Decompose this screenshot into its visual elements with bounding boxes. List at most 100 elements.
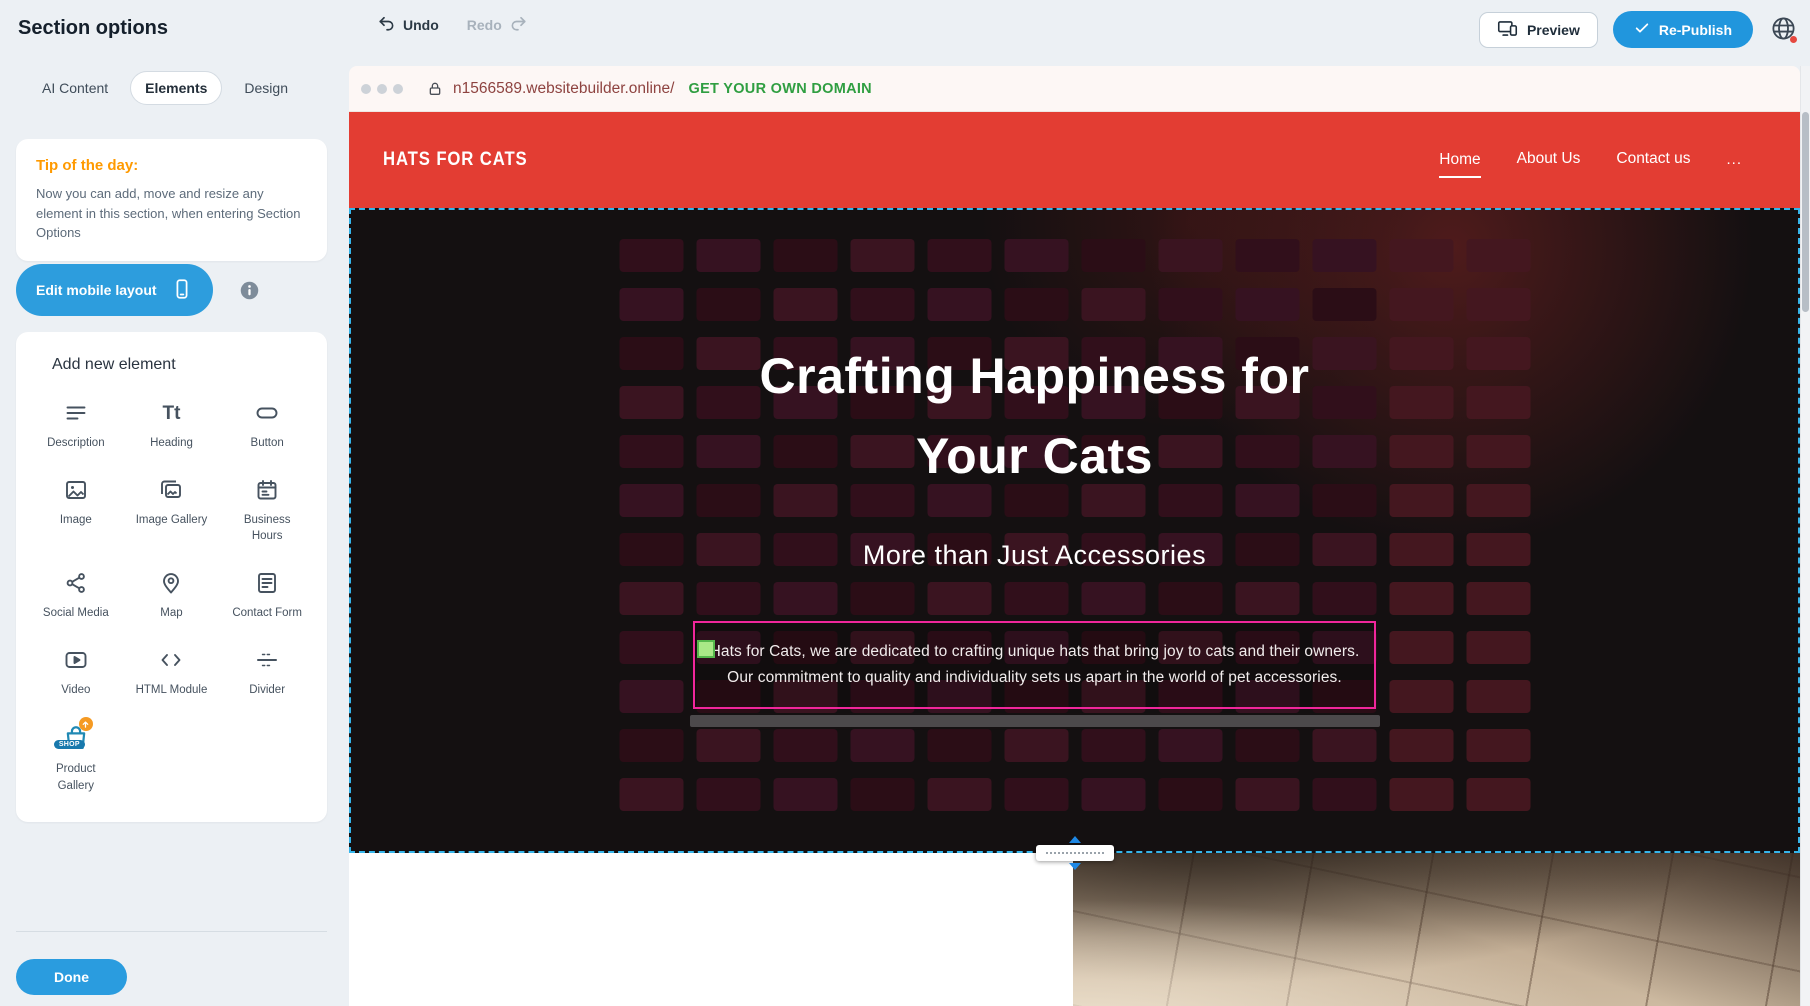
element-button[interactable]: Button [219, 400, 315, 451]
hero-paragraph[interactable]: Hats for Cats, we are dedicated to craft… [709, 639, 1360, 692]
selection-resize-handle[interactable] [697, 640, 715, 658]
shop-badge: SHOP [54, 740, 85, 749]
hero-section[interactable]: Crafting Happiness for Your Cats More th… [349, 208, 1800, 853]
nav-more-button[interactable]: ... [1726, 151, 1742, 170]
element-social-media[interactable]: Social Media [28, 570, 124, 621]
element-label: Business Hours [230, 512, 304, 544]
element-label: Description [47, 435, 105, 451]
tip-of-the-day-card: Tip of the day: Now you can add, move an… [16, 139, 327, 261]
element-image[interactable]: Image [28, 477, 124, 528]
site-preview: HATS FOR CATS Home About Us Contact us .… [349, 112, 1800, 1006]
hero-subheading[interactable]: More than Just Accessories [863, 540, 1206, 571]
hero-heading[interactable]: Crafting Happiness for Your Cats [710, 336, 1360, 496]
resize-grip [1036, 845, 1114, 861]
tab-elements[interactable]: Elements [130, 71, 222, 105]
editor-canvas: n1566589.websitebuilder.online/ GET YOUR… [349, 58, 1810, 1006]
page-title: Section options [18, 17, 168, 40]
redo-label: Redo [467, 17, 502, 33]
get-your-own-domain-link[interactable]: GET YOUR OWN DOMAIN [688, 81, 871, 97]
site-nav: Home About Us Contact us ... [1439, 150, 1742, 170]
language-globe-button[interactable] [1768, 15, 1798, 45]
element-label: Divider [249, 682, 285, 698]
element-html-module[interactable]: HTML Module [124, 647, 220, 698]
element-heading[interactable]: Tt Heading [124, 400, 220, 451]
tip-title: Tip of the day: [36, 157, 307, 174]
window-dot [377, 84, 387, 94]
image-gallery-icon [158, 477, 184, 503]
video-icon [63, 647, 89, 673]
canvas-scrollbar [1800, 66, 1810, 1006]
edit-mobile-row: Edit mobile layout [16, 264, 260, 316]
element-label: Contact Form [232, 605, 302, 621]
scrollbar-thumb[interactable] [1802, 112, 1809, 312]
info-icon[interactable] [239, 280, 260, 301]
next-section[interactable] [349, 853, 1800, 1006]
contact-form-icon [254, 570, 280, 596]
undo-button[interactable]: Undo [378, 14, 439, 35]
selected-text-element[interactable]: Hats for Cats, we are dedicated to craft… [693, 621, 1376, 709]
check-icon [1634, 20, 1650, 39]
redo-icon [509, 14, 527, 35]
republish-button[interactable]: Re-Publish [1613, 11, 1753, 48]
topbar-actions: Preview Re-Publish [1479, 11, 1798, 48]
add-new-element-card: Add new element Description Tt Heading B… [16, 332, 327, 822]
redo-button[interactable]: Redo [467, 14, 527, 35]
resize-arrow-up-icon [1069, 836, 1081, 843]
preview-button[interactable]: Preview [1479, 12, 1598, 48]
tab-design[interactable]: Design [230, 72, 302, 104]
tab-ai-content[interactable]: AI Content [28, 72, 122, 104]
element-label: Button [251, 435, 284, 451]
undo-label: Undo [403, 17, 439, 33]
description-icon [63, 400, 89, 426]
nav-about-us[interactable]: About Us [1517, 150, 1581, 170]
edit-mobile-layout-button[interactable]: Edit mobile layout [16, 264, 213, 316]
image-icon [63, 477, 89, 503]
nav-contact-us[interactable]: Contact us [1616, 150, 1690, 170]
map-pin-icon [158, 570, 184, 596]
section-resize-handle[interactable] [1036, 836, 1114, 870]
element-label: Social Media [43, 605, 109, 621]
code-icon [158, 647, 184, 673]
top-toolbar: Section options Undo Redo Preview Re-P [0, 0, 1810, 58]
undo-redo-group: Undo Redo [378, 14, 527, 35]
tip-body: Now you can add, move and resize any ele… [36, 184, 307, 243]
element-label: HTML Module [136, 682, 208, 698]
section-options-sidebar: AI Content Elements Design Tip of the da… [0, 58, 340, 1006]
element-image-gallery[interactable]: Image Gallery [124, 477, 220, 528]
window-dot [361, 84, 371, 94]
nav-home[interactable]: Home [1439, 151, 1480, 178]
social-media-icon [63, 570, 89, 596]
drop-indicator [690, 715, 1380, 727]
done-button[interactable]: Done [16, 959, 127, 995]
element-label: Image [60, 512, 92, 528]
product-gallery-icon: SHOP [62, 724, 90, 752]
element-product-gallery[interactable]: SHOP Product Gallery [28, 724, 124, 793]
notification-dot [1790, 36, 1797, 43]
republish-label: Re-Publish [1659, 22, 1732, 38]
element-label: Heading [150, 435, 193, 451]
window-dot [393, 84, 403, 94]
element-video[interactable]: Video [28, 647, 124, 698]
undo-icon [378, 14, 396, 35]
site-header[interactable]: HATS FOR CATS Home About Us Contact us .… [349, 112, 1800, 208]
site-url: n1566589.websitebuilder.online/ [453, 80, 674, 98]
divider-icon [254, 647, 280, 673]
hero-content: Crafting Happiness for Your Cats More th… [349, 208, 1760, 853]
floor-image [1073, 853, 1800, 1006]
preview-label: Preview [1527, 22, 1580, 38]
resize-arrow-down-icon [1069, 863, 1081, 870]
business-hours-icon [254, 477, 280, 503]
sidebar-divider [16, 931, 327, 932]
element-contact-form[interactable]: Contact Form [219, 570, 315, 621]
browser-chrome-bar: n1566589.websitebuilder.online/ GET YOUR… [349, 66, 1800, 112]
lock-icon [427, 81, 443, 97]
element-divider[interactable]: Divider [219, 647, 315, 698]
button-icon [254, 400, 280, 426]
element-business-hours[interactable]: Business Hours [219, 477, 315, 544]
element-description[interactable]: Description [28, 400, 124, 451]
site-logo[interactable]: HATS FOR CATS [383, 149, 528, 171]
phone-icon [171, 278, 193, 303]
element-label: Video [61, 682, 90, 698]
window-control-dots [361, 84, 403, 94]
element-map[interactable]: Map [124, 570, 220, 621]
